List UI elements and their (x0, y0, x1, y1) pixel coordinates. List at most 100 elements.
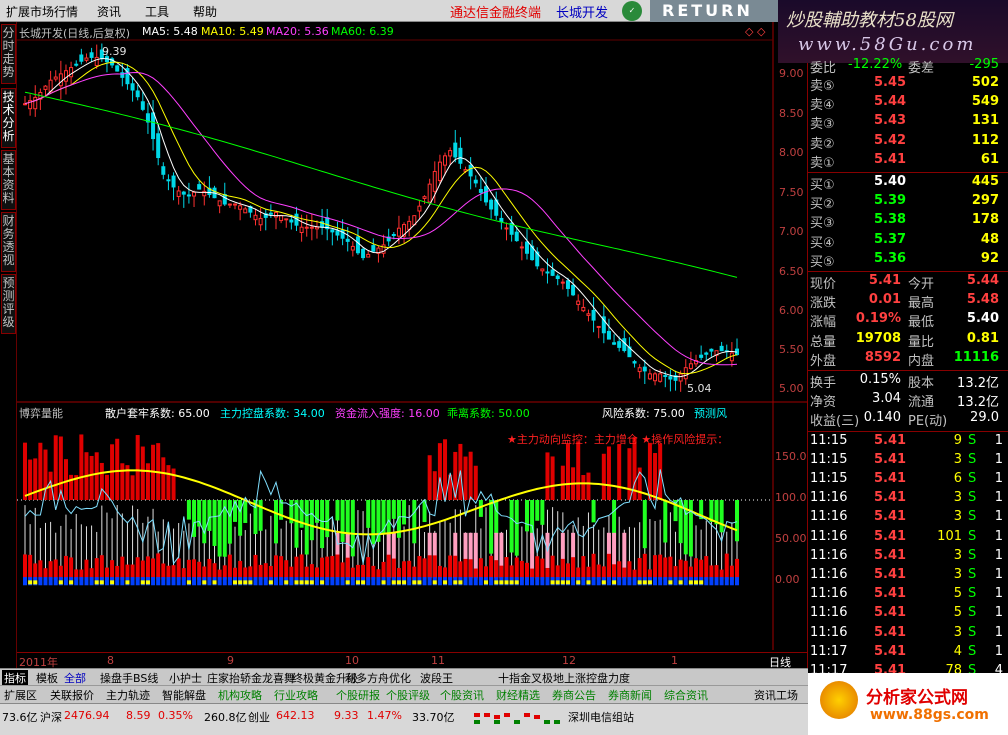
stat-value: 5.41 (868, 273, 901, 288)
indicator-tab[interactable]: 模板 (34, 670, 60, 686)
bid-row[interactable]: 买② 5.39 297 (808, 193, 1008, 212)
vtab-technical[interactable]: 技术分析 (1, 88, 16, 148)
extension-tab[interactable]: 券商公告 (550, 687, 598, 703)
ask-row[interactable]: 卖③ 5.43 131 (808, 113, 1008, 132)
low-label: 5.04 (687, 382, 712, 395)
ask-row[interactable]: 卖② 5.42 112 (808, 133, 1008, 152)
ind-area-blue (489, 577, 494, 586)
indicator-tab[interactable]: 全部 (62, 670, 88, 686)
corner-marks[interactable]: ◇ ◇ (745, 25, 765, 38)
candle-body (279, 215, 284, 222)
status-index-name[interactable]: 沪深 (40, 709, 62, 725)
extension-tab[interactable]: 个股资讯 (438, 687, 486, 703)
menu-help[interactable]: 帮助 (193, 3, 217, 20)
indicator-tab[interactable]: 十指金叉 (496, 670, 544, 686)
extension-tab[interactable]: 个股研报 (334, 687, 382, 703)
ind-area-blue (89, 577, 94, 586)
indicator-tab[interactable]: 利多方舟优化 (343, 670, 413, 686)
ind-area-red (284, 560, 289, 580)
extension-tab[interactable]: 个股评级 (384, 687, 432, 703)
status-index-value: 2476.94 (64, 709, 110, 722)
status-server[interactable]: 深圳电信组站 (568, 709, 634, 725)
ind-area-blue (222, 577, 227, 586)
vtab-finance[interactable]: 财务透视 (1, 212, 16, 272)
extension-tab[interactable]: 扩展区 (2, 687, 39, 703)
ind-area-red (63, 555, 68, 580)
ind-bar-green (402, 500, 407, 525)
candle-body (448, 150, 453, 157)
menu-info[interactable]: 资讯 (97, 3, 121, 20)
candle-body (140, 101, 145, 110)
bid-row[interactable]: 买⑤ 5.36 92 (808, 251, 1008, 270)
extension-tab[interactable]: 综合资讯 (662, 687, 710, 703)
extension-tab[interactable]: 主力轨迹 (104, 687, 152, 703)
ind-area-blue (253, 577, 258, 586)
bid-row[interactable]: 买③ 5.38 178 (808, 212, 1008, 231)
watermark-top-url: www.58Gu.com (798, 34, 977, 55)
indicator-tab[interactable]: 极地上涨 (540, 670, 588, 686)
indicator-tab[interactable]: 指标 (2, 670, 28, 686)
extension-tab[interactable]: 行业攻略 (272, 687, 320, 703)
ind-bar-red (576, 441, 581, 500)
y-tick: 9.00 (779, 67, 804, 80)
extension-tab[interactable]: 财经精选 (494, 687, 542, 703)
bid-row[interactable]: 买④ 5.37 48 (808, 232, 1008, 251)
bid-row[interactable]: 买① 5.40 445 (808, 174, 1008, 193)
candle-body (417, 205, 422, 212)
ind-area-yellow (678, 580, 683, 585)
ask-row[interactable]: 卖⑤ 5.45 502 (808, 75, 1008, 94)
indicator-tab[interactable]: 操盘手BS线 (98, 670, 160, 686)
stat-label: 量比 (908, 334, 935, 350)
tick-volume: 3 (953, 547, 962, 563)
extension-tab[interactable]: 关联报价 (48, 687, 96, 703)
candle-body (545, 271, 550, 274)
extension-tab[interactable]: 机构攻略 (216, 687, 264, 703)
indicator-tab[interactable]: 小护士 (167, 670, 204, 686)
chart-area[interactable]: 长城开发(日线,后复权) MA5: 5.48 MA10: 5.49 MA20: … (17, 22, 807, 650)
vtab-intraday[interactable]: 分时走势 (1, 24, 16, 84)
ind-area-blue (176, 577, 181, 586)
ind-area-blue (422, 577, 427, 586)
chart-title: 长城开发(日线,后复权) (19, 27, 131, 40)
ask-row[interactable]: 卖① 5.41 61 (808, 152, 1008, 171)
candle-body (504, 227, 509, 230)
indicator-tab[interactable]: 波段王 (418, 670, 455, 686)
status-index2-name[interactable]: 创业 (248, 709, 270, 725)
candle-body (499, 217, 504, 223)
indicator-tab[interactable]: 庄家抬轿 (205, 670, 253, 686)
ind-area-red (381, 561, 386, 580)
menu-tools[interactable]: 工具 (145, 3, 169, 20)
ind-bar-green (217, 500, 222, 557)
ask-row[interactable]: 卖④ 5.44 549 (808, 94, 1008, 113)
candle-body (161, 166, 166, 175)
extension-tab[interactable]: 智能解盘 (160, 687, 208, 703)
stat-value: 5.44 (966, 273, 999, 288)
vtab-basic[interactable]: 基本资料 (1, 150, 16, 210)
candle-body (550, 269, 555, 276)
candle-body (524, 241, 529, 254)
menu-market[interactable]: 扩展市场行情 (6, 3, 78, 20)
ind-area-red (504, 557, 509, 580)
vtab-forecast[interactable]: 预测评级 (1, 274, 16, 334)
ind-area-blue (63, 577, 68, 586)
ma10-legend: MA10: 5.49 (201, 25, 264, 38)
ind-area-blue (156, 577, 161, 586)
ind-area-blue (74, 577, 79, 586)
ind-y-tick: 0.00 (775, 573, 800, 586)
ind-area-blue (48, 577, 53, 586)
ind-area-red (637, 558, 642, 580)
ind-area-yellow (417, 580, 422, 585)
tick-price: 5.41 (874, 547, 907, 563)
ind-bar-red (89, 455, 94, 500)
indicator-tab[interactable]: 控盘力度 (584, 670, 632, 686)
tick-row: 11:15 5.41 3 S 1 (808, 452, 1008, 471)
ind-area-blue (683, 577, 688, 586)
extension-tab[interactable]: 券商新闻 (606, 687, 654, 703)
ind-area-blue (104, 577, 109, 586)
extension-tab[interactable]: 资讯工场 (752, 687, 800, 703)
date-tick: 8 (107, 654, 114, 667)
ind-bar-green (345, 500, 350, 536)
ind-area-red (489, 555, 494, 580)
ask-volume: 549 (971, 94, 999, 110)
info-label: 流通 (908, 395, 935, 411)
